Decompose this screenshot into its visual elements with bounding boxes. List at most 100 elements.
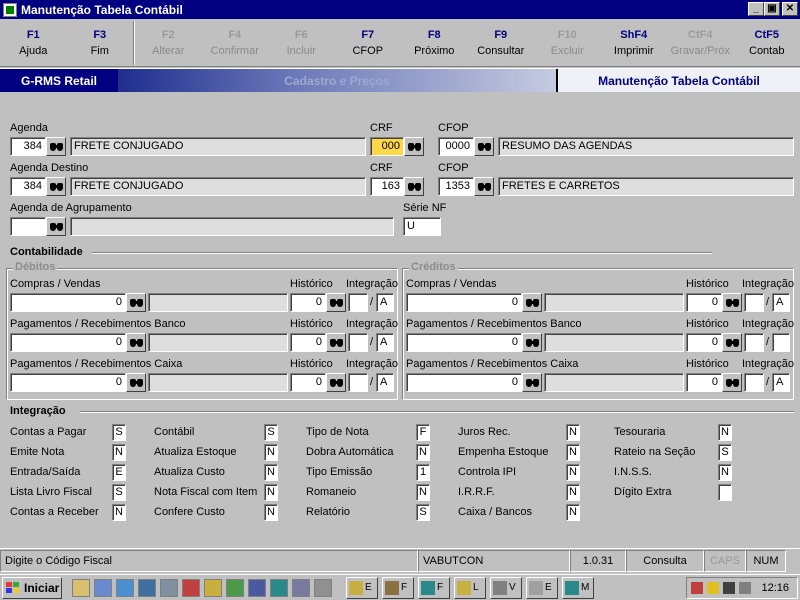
quicklaunch-outlook-icon[interactable]: [94, 578, 112, 597]
integracao-flag-input[interactable]: N: [112, 504, 126, 521]
integracao-flag-input[interactable]: N: [416, 484, 430, 501]
debitos-historico-input[interactable]: 0: [290, 293, 326, 312]
quicklaunch-server-icon[interactable]: [160, 578, 178, 597]
creditos-account-input[interactable]: 0: [406, 373, 522, 392]
debitos-account-input[interactable]: 0: [10, 373, 126, 392]
creditos-historico-input[interactable]: 0: [686, 293, 722, 312]
agenda-agrupamento-code-input[interactable]: [10, 217, 46, 236]
debitos-account-search-binoculars-icon[interactable]: [126, 333, 146, 352]
cfop2-code-input[interactable]: 1353: [438, 177, 474, 196]
creditos-historico-input[interactable]: 0: [686, 333, 722, 352]
integracao-flag-input[interactable]: F: [416, 424, 430, 441]
agenda-code-input[interactable]: 384: [10, 137, 46, 156]
integracao-flag-input[interactable]: S: [416, 504, 430, 521]
agenda-agrupamento-search-binoculars-icon[interactable]: [46, 217, 66, 236]
debitos-integracao-b-input[interactable]: A: [376, 333, 394, 352]
quicklaunch-print-icon[interactable]: [314, 578, 332, 597]
start-button[interactable]: Iniciar: [2, 576, 62, 599]
debitos-integracao-b-input[interactable]: A: [376, 373, 394, 392]
debitos-historico-input[interactable]: 0: [290, 333, 326, 352]
creditos-historico-input[interactable]: 0: [686, 373, 722, 392]
crf2-search-binoculars-icon[interactable]: [404, 177, 424, 196]
agenda-destino-code-input[interactable]: 384: [10, 177, 46, 196]
integracao-flag-input[interactable]: S: [718, 444, 732, 461]
creditos-integracao-b-input[interactable]: [772, 333, 790, 352]
agenda-destino-search-binoculars-icon[interactable]: [46, 177, 66, 196]
debitos-account-input[interactable]: 0: [10, 333, 126, 352]
quicklaunch-monitor-icon[interactable]: [138, 578, 156, 597]
integracao-flag-input[interactable]: S: [112, 484, 126, 501]
creditos-integracao-a-input[interactable]: [744, 373, 764, 392]
taskbar-task-button[interactable]: V: [490, 576, 522, 599]
quicklaunch-games-icon[interactable]: [182, 578, 200, 597]
tray-app-icon[interactable]: [691, 582, 703, 594]
integracao-flag-input[interactable]: N: [718, 464, 732, 481]
integracao-flag-input[interactable]: N: [718, 424, 732, 441]
creditos-integracao-a-input[interactable]: [744, 293, 764, 312]
tray-network-icon[interactable]: [739, 582, 751, 594]
integracao-flag-input[interactable]: N: [264, 464, 278, 481]
creditos-account-search-binoculars-icon[interactable]: [522, 373, 542, 392]
taskbar-task-button[interactable]: L: [454, 576, 486, 599]
taskbar-task-button[interactable]: E: [346, 576, 378, 599]
quicklaunch-network-icon[interactable]: [270, 578, 288, 597]
creditos-account-search-binoculars-icon[interactable]: [522, 333, 542, 352]
debitos-integracao-a-input[interactable]: [348, 333, 368, 352]
integracao-flag-input[interactable]: N: [112, 444, 126, 461]
quicklaunch-winamp-icon[interactable]: [204, 578, 222, 597]
debitos-historico-input[interactable]: 0: [290, 373, 326, 392]
integracao-flag-input[interactable]: N: [416, 444, 430, 461]
quicklaunch-pencil-icon[interactable]: [72, 578, 90, 597]
integracao-flag-input[interactable]: N: [264, 484, 278, 501]
quicklaunch-doc-icon[interactable]: [248, 578, 266, 597]
crf1-search-binoculars-icon[interactable]: [404, 137, 424, 156]
creditos-integracao-b-input[interactable]: A: [772, 373, 790, 392]
creditos-account-input[interactable]: 0: [406, 293, 522, 312]
debitos-integracao-a-input[interactable]: [348, 373, 368, 392]
debitos-integracao-a-input[interactable]: [348, 293, 368, 312]
creditos-historico-search-binoculars-icon[interactable]: [722, 373, 742, 392]
creditos-integracao-b-input[interactable]: A: [772, 293, 790, 312]
debitos-account-search-binoculars-icon[interactable]: [126, 373, 146, 392]
integracao-flag-input[interactable]: N: [264, 504, 278, 521]
cfop2-search-binoculars-icon[interactable]: [474, 177, 494, 196]
serie-nf-input[interactable]: U: [403, 217, 441, 236]
integracao-flag-input[interactable]: N: [566, 444, 580, 461]
integracao-flag-input[interactable]: S: [112, 424, 126, 441]
debitos-integracao-b-input[interactable]: A: [376, 293, 394, 312]
integracao-flag-input[interactable]: S: [264, 424, 278, 441]
creditos-historico-search-binoculars-icon[interactable]: [722, 293, 742, 312]
integracao-flag-input[interactable]: [718, 484, 732, 501]
cfop1-code-input[interactable]: 0000: [438, 137, 474, 156]
crf2-input[interactable]: 163: [370, 177, 404, 196]
tray-flag-icon[interactable]: [707, 582, 719, 594]
integracao-flag-input[interactable]: N: [566, 504, 580, 521]
debitos-historico-search-binoculars-icon[interactable]: [326, 373, 346, 392]
integracao-flag-input[interactable]: N: [566, 424, 580, 441]
quicklaunch-search-icon[interactable]: [116, 578, 134, 597]
debitos-group-title: Débitos: [13, 261, 58, 273]
taskbar-task-button[interactable]: M: [562, 576, 594, 599]
creditos-account-input[interactable]: 0: [406, 333, 522, 352]
integracao-flag-input[interactable]: N: [264, 444, 278, 461]
taskbar-task-button[interactable]: F: [382, 576, 414, 599]
taskbar-task-button[interactable]: F: [418, 576, 450, 599]
agenda-search-binoculars-icon[interactable]: [46, 137, 66, 156]
debitos-account-search-binoculars-icon[interactable]: [126, 293, 146, 312]
quicklaunch-cabinet-icon[interactable]: [292, 578, 310, 597]
debitos-historico-search-binoculars-icon[interactable]: [326, 293, 346, 312]
debitos-account-input[interactable]: 0: [10, 293, 126, 312]
taskbar-task-button[interactable]: E: [526, 576, 558, 599]
quicklaunch-tree-icon[interactable]: [226, 578, 244, 597]
integracao-flag-input[interactable]: 1: [416, 464, 430, 481]
integracao-flag-input[interactable]: N: [566, 484, 580, 501]
crf1-input[interactable]: 000: [370, 137, 404, 156]
debitos-historico-search-binoculars-icon[interactable]: [326, 333, 346, 352]
creditos-historico-search-binoculars-icon[interactable]: [722, 333, 742, 352]
creditos-account-search-binoculars-icon[interactable]: [522, 293, 542, 312]
integracao-flag-input[interactable]: N: [566, 464, 580, 481]
creditos-integracao-a-input[interactable]: [744, 333, 764, 352]
cfop1-search-binoculars-icon[interactable]: [474, 137, 494, 156]
integracao-flag-input[interactable]: E: [112, 464, 126, 481]
tray-speaker-icon[interactable]: [723, 582, 735, 594]
